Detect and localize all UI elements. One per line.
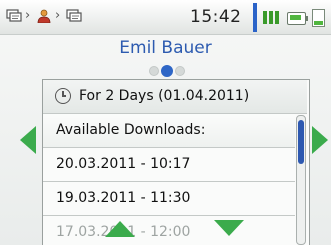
section-header: Available Downloads: — [43, 114, 295, 148]
signal-strength-icon — [263, 11, 281, 24]
scroll-up-arrow[interactable] — [105, 221, 135, 237]
page-title: Emil Bauer — [119, 38, 212, 58]
period-row[interactable]: For 2 Days (01.04.2011) — [43, 80, 307, 114]
page-dot — [149, 66, 159, 76]
scroll-down-arrow[interactable] — [214, 220, 244, 236]
previous-page-arrow[interactable] — [20, 126, 36, 154]
status-divider — [253, 3, 257, 32]
section-label: Available Downloads: — [56, 122, 206, 138]
page-dot — [175, 66, 185, 76]
breadcrumb-separator: › — [55, 8, 61, 23]
clock-time: 15:42 — [190, 7, 242, 27]
device-list-icon[interactable] — [6, 9, 22, 23]
breadcrumb-separator: › — [25, 8, 31, 23]
battery-icon — [287, 12, 308, 25]
downloads-panel: For 2 Days (01.04.2011) Available Downlo… — [42, 79, 310, 245]
next-page-arrow[interactable] — [312, 126, 328, 154]
list-item[interactable]: 17.03.2011 - 12:00 — [43, 216, 295, 245]
device-list-icon[interactable] — [66, 9, 82, 23]
page-indicator — [148, 65, 185, 77]
page-dot-active — [161, 65, 173, 77]
list-item-label: 19.03.2011 - 11:30 — [56, 190, 191, 206]
list-item-label: 20.03.2011 - 10:17 — [56, 156, 191, 172]
device-screen: › › 15:42 Emil Bauer For 2 Days (01.04.2… — [0, 0, 331, 245]
list-item[interactable]: 20.03.2011 - 10:17 — [43, 148, 295, 182]
status-bar: › › 15:42 — [0, 0, 331, 35]
scrollbar[interactable] — [296, 115, 306, 245]
user-icon[interactable] — [36, 9, 52, 23]
period-label: For 2 Days (01.04.2011) — [79, 88, 250, 104]
memory-card-icon — [312, 9, 325, 27]
scrollbar-thumb[interactable] — [298, 120, 304, 164]
list-item[interactable]: 19.03.2011 - 11:30 — [43, 182, 295, 216]
alarm-clock-icon — [55, 88, 71, 104]
